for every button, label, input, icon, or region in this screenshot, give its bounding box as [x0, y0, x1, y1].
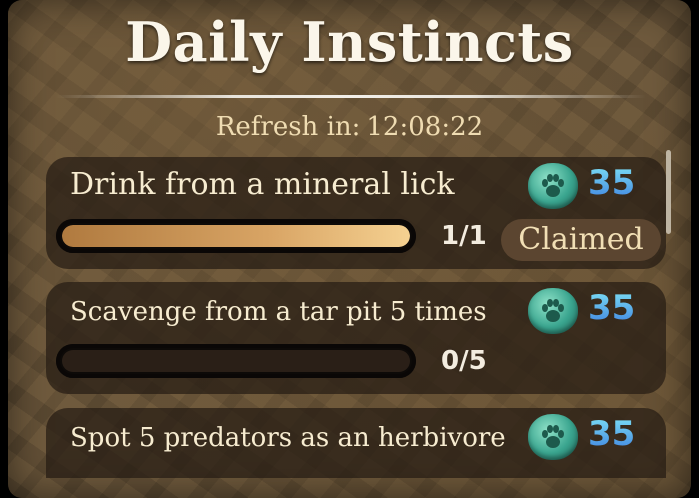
progress-bar	[56, 344, 416, 378]
quest-label: Spot 5 predators as an herbivore	[70, 423, 506, 453]
quest-card-spot-predators[interactable]: Spot 5 predators as an herbivore 35	[46, 408, 666, 478]
title-divider	[56, 95, 646, 98]
progress-count: 0/5	[441, 346, 487, 376]
paw-token-icon	[528, 163, 578, 209]
refresh-timer: Refresh in: 12:08:22	[8, 112, 691, 142]
progress-track	[62, 225, 410, 247]
quest-label: Drink from a mineral lick	[70, 167, 455, 202]
quest-card-scavenge-tar-pit[interactable]: Scavenge from a tar pit 5 times 35 0/5	[46, 282, 666, 394]
refresh-time: 12:08:22	[366, 112, 484, 142]
paw-token-icon	[528, 288, 578, 334]
progress-track	[62, 350, 410, 372]
daily-instincts-panel: Daily Instincts Refresh in: 12:08:22 Drin…	[8, 0, 691, 498]
paw-token-icon	[528, 414, 578, 460]
scrollbar[interactable]	[666, 150, 672, 490]
scrollbar-thumb[interactable]	[666, 150, 671, 234]
progress-fill	[62, 225, 410, 247]
panel-title: Daily Instincts	[125, 10, 574, 74]
quest-card-drink-mineral-lick[interactable]: Drink from a mineral lick 35 1/1 Claimed	[46, 157, 666, 269]
claimed-badge: Claimed	[501, 219, 661, 261]
reward-amount: 35	[588, 163, 636, 203]
quest-label: Scavenge from a tar pit 5 times	[70, 297, 487, 327]
progress-count: 1/1	[441, 221, 487, 251]
reward-amount: 35	[588, 288, 636, 328]
reward-amount: 35	[588, 414, 636, 454]
refresh-label: Refresh in:	[215, 112, 361, 142]
progress-bar	[56, 219, 416, 253]
